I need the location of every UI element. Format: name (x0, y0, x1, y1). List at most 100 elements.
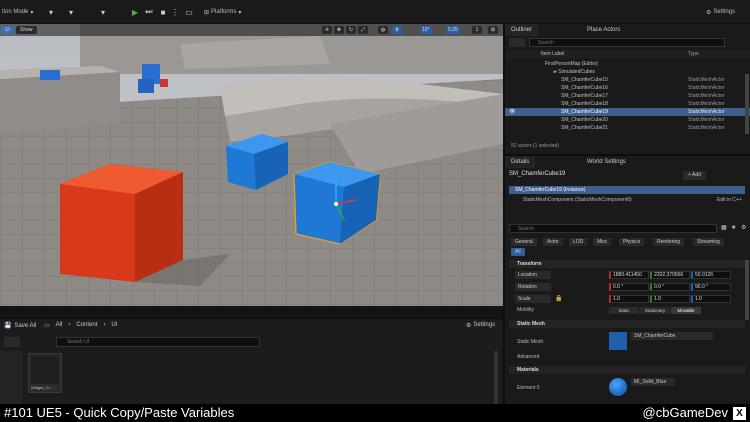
scale-z-field[interactable]: 1.0 (691, 295, 731, 303)
rotation-dropdown[interactable]: Rotation (515, 283, 551, 291)
component-row[interactable]: StaticMeshComponent (StaticMeshComponent… (523, 197, 632, 203)
tab-world-settings[interactable]: World Settings (581, 156, 632, 168)
mode-label: tion Mode (2, 9, 29, 15)
add-component-button[interactable]: + Add (683, 171, 706, 180)
tab-place-actors[interactable]: Place Actors (581, 24, 626, 36)
list-item[interactable]: SM_ChamferCube16 StaticMeshActor (505, 84, 750, 92)
filter-button[interactable] (4, 337, 20, 347)
mobility-movable[interactable]: Movable (671, 307, 701, 314)
list-item[interactable]: SM_ChamferCube17 StaticMeshActor (505, 92, 750, 100)
rotation-snap-button[interactable]: 10° (420, 26, 432, 34)
asset-thumbnail[interactable]: Widget_Cl... (28, 353, 62, 393)
viewport-options-button[interactable]: Ui (1, 26, 14, 34)
details-search-input[interactable] (509, 224, 717, 233)
grid-icon[interactable]: ▦ (721, 224, 729, 233)
play-options-icon[interactable]: ⋮ (168, 5, 182, 19)
rotate-icon[interactable]: ↻ (346, 26, 356, 34)
category-actor[interactable]: Actor (543, 238, 563, 246)
edit-cpp-link[interactable]: Edit in C++ (717, 197, 742, 203)
filter-button[interactable] (509, 38, 525, 47)
list-item[interactable]: SM_ChamferCube20 StaticMeshActor (505, 116, 750, 124)
maximize-icon[interactable]: ⊞ (488, 26, 498, 34)
play-icon[interactable]: ▶ (128, 5, 142, 19)
scale-dropdown[interactable]: Scale (515, 295, 551, 303)
location-x-field[interactable]: 1880.411450 (609, 271, 649, 279)
select-mode-icon[interactable]: ✛ (322, 26, 332, 34)
scale-x-field[interactable]: 1.0 (609, 295, 649, 303)
mobility-label: Mobility (517, 307, 534, 313)
transform-header[interactable]: Transform (509, 260, 745, 268)
settings-menu[interactable]: ⚙ Settings (706, 6, 735, 18)
eject-icon[interactable]: ▭ (182, 5, 196, 19)
column-label-header[interactable]: Item Label (541, 51, 564, 57)
column-type-header[interactable]: Type (688, 50, 699, 58)
breadcrumb-ui[interactable]: UI (111, 322, 117, 329)
rotation-y-field[interactable]: 0.0 ° (650, 283, 690, 291)
list-item-type: StaticMeshActor (688, 101, 725, 107)
mobility-static[interactable]: Static (609, 307, 639, 314)
grid-snap-icon[interactable]: ⋕ (392, 26, 402, 34)
list-item[interactable]: ▰ SimulatedCubes (505, 68, 750, 76)
mobility-stationary[interactable]: Stationary (640, 307, 670, 314)
tab-outliner[interactable]: Outliner (505, 24, 539, 36)
camera-speed-button[interactable]: 1 (472, 26, 482, 34)
add-content-button[interactable]: ▾ (44, 5, 58, 19)
show-button[interactable]: Show (16, 26, 37, 34)
save-all-button[interactable]: 💾 Save All (4, 322, 36, 330)
scale-y-field[interactable]: 1.0 (650, 295, 690, 303)
category-misc[interactable]: Misc (593, 238, 612, 246)
list-item[interactable]: SM_ChamferCube15 StaticMeshActor (505, 76, 750, 84)
step-icon[interactable]: ⏭ (142, 5, 156, 19)
location-dropdown[interactable]: Location (515, 271, 551, 279)
rotation-z-field[interactable]: 90.0 ° (691, 283, 731, 291)
details-scrollbar[interactable] (745, 260, 749, 320)
level-viewport[interactable]: Ui Show ✛ ✥ ↻ ⤢ ◍ ⋕ 10° 0.25 1 ⊞ (0, 24, 503, 306)
eye-icon[interactable]: 👁 (509, 108, 515, 116)
world-icon[interactable]: ◍ (378, 26, 388, 34)
cinematics-button[interactable]: ▾ (96, 5, 110, 19)
static-mesh-header[interactable]: Static Mesh (509, 320, 745, 328)
blueprint-button[interactable]: ▾ (64, 5, 78, 19)
category-rendering[interactable]: Rendering (653, 238, 685, 246)
gear-icon[interactable]: ⚙ (741, 224, 749, 233)
scale-icon[interactable]: ⤢ (358, 26, 368, 34)
materials-header[interactable]: Materials (509, 366, 745, 374)
chevron-down-icon: ▾ (238, 9, 242, 16)
tab-details[interactable]: Details (505, 156, 536, 168)
content-settings-button[interactable]: ⚙ Settings (466, 322, 495, 329)
list-item-label: FirstPersonMap (Editor) (545, 61, 599, 67)
rotation-label: Rotation (518, 284, 537, 290)
breadcrumb-all[interactable]: All (56, 322, 63, 329)
sources-panel (0, 351, 22, 405)
mode-selector[interactable]: tion Mode ▾ (2, 6, 33, 18)
list-item[interactable]: SM_ChamferCube21 StaticMeshActor (505, 124, 750, 132)
advanced-expander[interactable]: Advanced (509, 354, 539, 360)
outliner-search-input[interactable] (529, 38, 725, 47)
scale-snap-button[interactable]: 0.25 (446, 26, 460, 34)
outliner-scrollbar[interactable] (745, 74, 749, 134)
category-streaming[interactable]: Streaming (693, 238, 724, 246)
content-search-input[interactable] (56, 337, 260, 347)
mesh-thumbnail[interactable] (609, 332, 627, 350)
location-z-field[interactable]: 50.0126 (691, 271, 731, 279)
content-scrollbar[interactable] (494, 351, 498, 405)
list-item[interactable]: SM_ChamferCube18 StaticMeshActor (505, 100, 750, 108)
category-physics[interactable]: Physics (619, 238, 645, 246)
list-item[interactable]: FirstPersonMap (Editor) (505, 60, 750, 68)
rotation-x-field[interactable]: 0.0 ° (609, 283, 649, 291)
object-name[interactable]: SM_ChamferCube19 (509, 171, 565, 177)
lock-icon[interactable]: 🔒 (555, 295, 562, 302)
material-thumbnail[interactable] (609, 378, 627, 396)
location-y-field[interactable]: 2202.370566 (650, 271, 690, 279)
material-dropdown[interactable]: MI_Solid_Blue (631, 378, 675, 386)
category-lod[interactable]: LOD (569, 238, 588, 246)
breadcrumb-content[interactable]: Content (76, 322, 97, 329)
static-mesh-dropdown[interactable]: SM_ChamferCube (631, 332, 713, 340)
category-general[interactable]: General (511, 238, 537, 246)
platforms-menu[interactable]: ⊞ Platforms ▾ (204, 6, 241, 18)
star-icon[interactable]: ★ (731, 224, 739, 233)
move-icon[interactable]: ✥ (334, 26, 344, 34)
instance-row[interactable]: SM_ChamferCube19 (Instance) (509, 186, 745, 194)
category-all[interactable]: All (511, 248, 525, 256)
list-item-selected[interactable]: 👁 SM_ChamferCube19 StaticMeshActor (505, 108, 750, 116)
